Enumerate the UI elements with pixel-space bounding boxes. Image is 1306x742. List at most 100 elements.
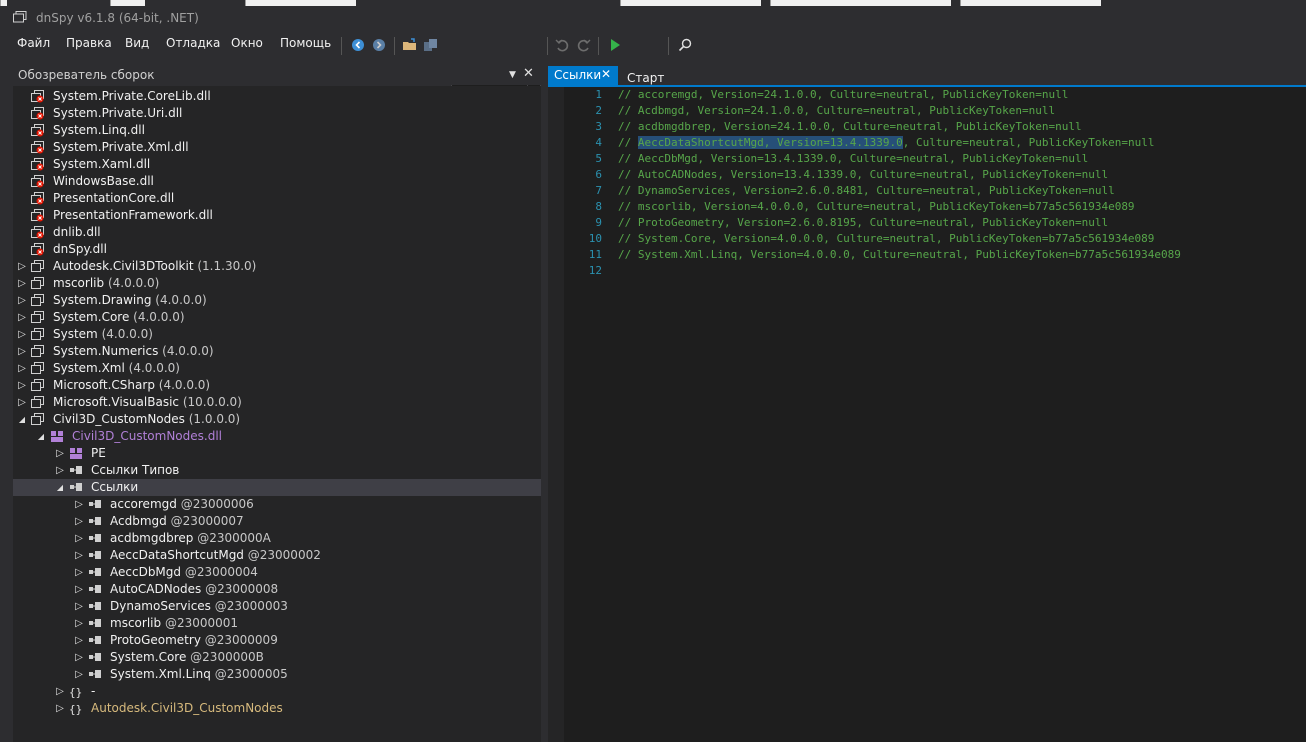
menu-help[interactable]: Помощь: [280, 36, 331, 50]
tree-node[interactable]: ▷ AutoCADNodes @23000008: [13, 581, 541, 598]
start-label[interactable]: Старт: [627, 71, 664, 85]
tree-node[interactable]: ▷ System.Xml.Linq @23000005: [13, 666, 541, 683]
redo-button[interactable]: [575, 36, 593, 54]
chevron-down-icon[interactable]: ▼: [509, 70, 516, 80]
collapsed-arrow-icon[interactable]: ▷: [74, 513, 84, 530]
tab-references[interactable]: Ссылки ✕: [548, 66, 618, 85]
code-line[interactable]: // Acdbmgd, Version=24.1.0.0, Culture=ne…: [618, 104, 1055, 117]
code-line[interactable]: // AeccDataShortcutMgd, Version=13.4.133…: [618, 136, 1154, 149]
tree-node[interactable]: dnSpy.dll: [13, 241, 541, 258]
collapsed-arrow-icon[interactable]: ▷: [17, 258, 27, 275]
menu-file[interactable]: Файл: [17, 36, 50, 50]
back-button[interactable]: [349, 36, 367, 54]
tree-node[interactable]: ▷ AeccDataShortcutMgd @23000002: [13, 547, 541, 564]
tree-node[interactable]: ▷ System.Numerics (4.0.0.0): [13, 343, 541, 360]
collapsed-arrow-icon[interactable]: ▷: [74, 564, 84, 581]
tree-node[interactable]: ▷ Microsoft.VisualBasic (10.0.0.0): [13, 394, 541, 411]
collapsed-arrow-icon[interactable]: ▷: [17, 360, 27, 377]
code-line[interactable]: // System.Xml.Linq, Version=4.0.0.0, Cul…: [618, 248, 1181, 261]
code-editor[interactable]: 1 2 3 4 5 6 7 8 9 10 11 12 // accoremgd, Version=24…: [548, 87, 1306, 742]
tree-node[interactable]: PresentationFramework.dll: [13, 207, 541, 224]
forward-button[interactable]: [370, 36, 388, 54]
close-icon[interactable]: ✕: [523, 66, 534, 81]
collapsed-arrow-icon[interactable]: ▷: [17, 343, 27, 360]
expanded-arrow-icon[interactable]: ◢: [36, 428, 46, 445]
tree-node[interactable]: ▷ System (4.0.0.0): [13, 326, 541, 343]
menu-edit[interactable]: Правка: [66, 36, 112, 50]
collapsed-arrow-icon[interactable]: ▷: [74, 615, 84, 632]
code-line[interactable]: // mscorlib, Version=4.0.0.0, Culture=ne…: [618, 200, 1135, 213]
collapsed-arrow-icon[interactable]: ▷: [17, 394, 27, 411]
collapsed-arrow-icon[interactable]: ▷: [74, 496, 84, 513]
tree-node[interactable]: System.Xaml.dll: [13, 156, 541, 173]
collapsed-arrow-icon[interactable]: ▷: [17, 326, 27, 343]
selected-text[interactable]: AeccDataShortcutMgd, Version=13.4.1339.0: [637, 136, 903, 149]
collapsed-arrow-icon[interactable]: ▷: [17, 275, 27, 292]
code-line[interactable]: // DynamoServices, Version=2.6.0.8481, C…: [618, 184, 1115, 197]
collapsed-arrow-icon[interactable]: ▷: [74, 632, 84, 649]
collapsed-arrow-icon[interactable]: ▷: [55, 445, 65, 462]
tree-node[interactable]: ▷ acdbmgdbrep @2300000A: [13, 530, 541, 547]
collapsed-arrow-icon[interactable]: ▷: [74, 530, 84, 547]
tree-node[interactable]: ▷ AeccDbMgd @23000004: [13, 564, 541, 581]
collapsed-arrow-icon[interactable]: ▷: [17, 309, 27, 326]
tree-node[interactable]: dnlib.dll: [13, 224, 541, 241]
tree-node[interactable]: ▷ PE: [13, 445, 541, 462]
collapsed-arrow-icon[interactable]: ▷: [74, 581, 84, 598]
tree-node[interactable]: ▷ mscorlib @23000001: [13, 615, 541, 632]
tree-node[interactable]: ◢ Civil3D_CustomNodes.dll: [13, 428, 541, 445]
collapsed-arrow-icon[interactable]: ▷: [17, 377, 27, 394]
collapsed-arrow-icon[interactable]: ▷: [55, 462, 65, 479]
tree-node[interactable]: ▷ Autodesk.Civil3DToolkit (1.1.30.0): [13, 258, 541, 275]
tree-node[interactable]: WindowsBase.dll: [13, 173, 541, 190]
window-title: dnSpy v6.1.8 (64-bit, .NET): [36, 11, 199, 25]
expanded-arrow-icon[interactable]: ◢: [17, 411, 27, 428]
menu-debug[interactable]: Отладка: [166, 36, 220, 50]
tree-node[interactable]: ▷ Ссылки Типов: [13, 462, 541, 479]
code-line[interactable]: // acdbmgdbrep, Version=24.1.0.0, Cultur…: [618, 120, 1082, 133]
tree-node[interactable]: ▷ {} -: [13, 683, 541, 700]
collapsed-arrow-icon[interactable]: ▷: [55, 700, 65, 717]
search-button[interactable]: [676, 36, 694, 54]
tree-node[interactable]: ▷ mscorlib (4.0.0.0): [13, 275, 541, 292]
undo-button[interactable]: [553, 36, 571, 54]
collapsed-arrow-icon[interactable]: ▷: [74, 547, 84, 564]
code-line[interactable]: // ProtoGeometry, Version=2.6.0.8195, Cu…: [618, 216, 1108, 229]
assembly-tree[interactable]: System.Private.CoreLib.dll System.Privat…: [13, 86, 541, 742]
tree-node[interactable]: System.Private.CoreLib.dll: [13, 88, 541, 105]
collapsed-arrow-icon[interactable]: ▷: [74, 649, 84, 666]
menu-view[interactable]: Вид: [125, 36, 149, 50]
tree-node[interactable]: PresentationCore.dll: [13, 190, 541, 207]
code-line[interactable]: // accoremgd, Version=24.1.0.0, Culture=…: [618, 88, 1068, 101]
tree-node[interactable]: ◢ Civil3D_CustomNodes (1.0.0.0): [13, 411, 541, 428]
tree-node[interactable]: ▷ System.Drawing (4.0.0.0): [13, 292, 541, 309]
tree-node[interactable]: ▷ System.Xml (4.0.0.0): [13, 360, 541, 377]
tree-node[interactable]: System.Linq.dll: [13, 122, 541, 139]
tree-node[interactable]: ▷ Microsoft.CSharp (4.0.0.0): [13, 377, 541, 394]
collapsed-arrow-icon[interactable]: ▷: [74, 666, 84, 683]
panel-splitter[interactable]: [541, 66, 548, 742]
tree-node[interactable]: ▷ Acdbmgd @23000007: [13, 513, 541, 530]
line-number: 2: [595, 104, 602, 117]
tree-node[interactable]: ▷ {} Autodesk.Civil3D_CustomNodes: [13, 700, 541, 717]
save-all-button[interactable]: [422, 36, 440, 54]
collapsed-arrow-icon[interactable]: ▷: [74, 598, 84, 615]
collapsed-arrow-icon[interactable]: ▷: [55, 683, 65, 700]
collapsed-arrow-icon[interactable]: ▷: [17, 292, 27, 309]
tree-node[interactable]: ▷ ProtoGeometry @23000009: [13, 632, 541, 649]
tree-node[interactable]: ▷ accoremgd @23000006: [13, 496, 541, 513]
close-icon[interactable]: ✕: [601, 67, 611, 81]
start-button[interactable]: [606, 36, 624, 54]
tree-node[interactable]: System.Private.Uri.dll: [13, 105, 541, 122]
expanded-arrow-icon[interactable]: ◢: [55, 479, 65, 496]
tree-node[interactable]: ▷ System.Core @2300000B: [13, 649, 541, 666]
code-line[interactable]: // AutoCADNodes, Version=13.4.1339.0, Cu…: [618, 168, 1108, 181]
tree-node[interactable]: ◢ Ссылки: [13, 479, 541, 496]
menu-window[interactable]: Окно: [231, 36, 263, 50]
tree-node[interactable]: System.Private.Xml.dll: [13, 139, 541, 156]
code-line[interactable]: // System.Core, Version=4.0.0.0, Culture…: [618, 232, 1154, 245]
tree-node[interactable]: ▷ System.Core (4.0.0.0): [13, 309, 541, 326]
tree-node[interactable]: ▷ DynamoServices @23000003: [13, 598, 541, 615]
open-button[interactable]: [401, 36, 419, 54]
code-line[interactable]: // AeccDbMgd, Version=13.4.1339.0, Cultu…: [618, 152, 1088, 165]
